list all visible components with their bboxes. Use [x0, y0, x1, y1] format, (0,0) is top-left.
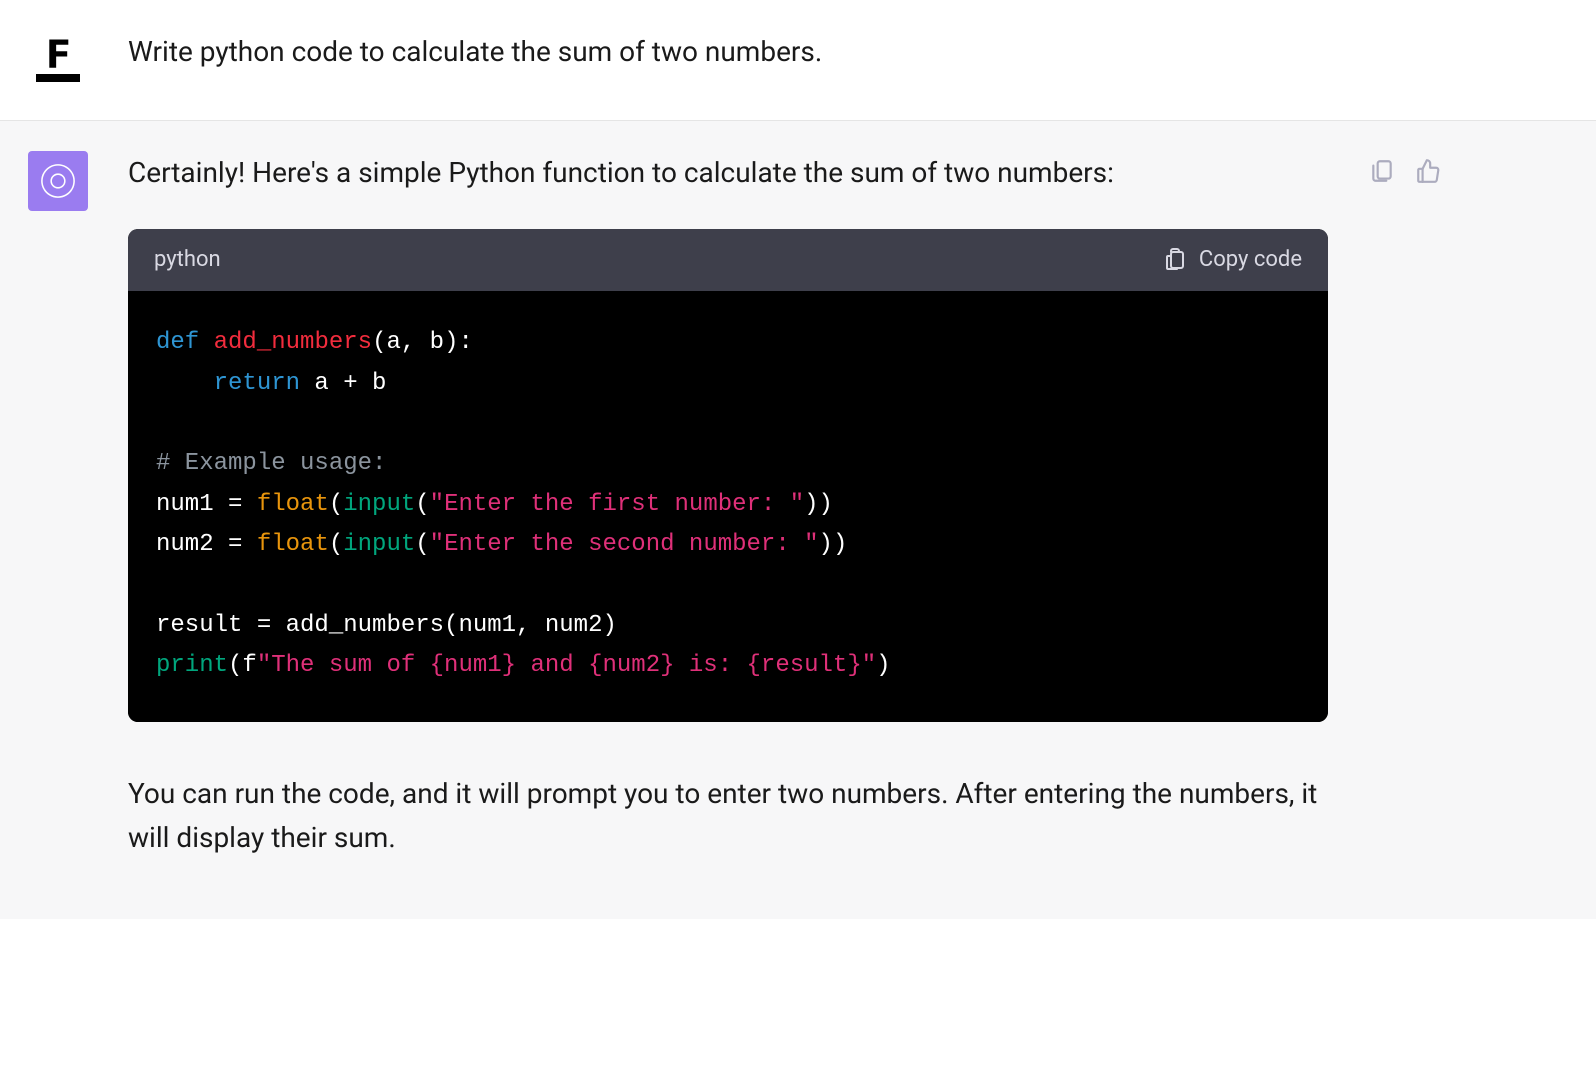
code-body: def add_numbers(a, b): return a + b # Ex…: [128, 291, 1328, 722]
thumbs-up-button[interactable]: [1414, 157, 1442, 185]
code-token-num2: num2 =: [156, 531, 257, 558]
user-message: F Write python code to calculate the sum…: [0, 0, 1596, 121]
code-token-float1: float: [257, 491, 329, 518]
code-token-sig: (a, b):: [372, 329, 473, 356]
code-token-input2: input: [343, 531, 415, 558]
code-block: python Copy code def add_numbers(a, b): …: [128, 229, 1328, 722]
code-token-num1: num1 =: [156, 491, 257, 518]
code-token-close2: )): [819, 531, 848, 558]
user-content: Write python code to calculate the sum o…: [128, 30, 1328, 73]
thumbs-up-icon: [1415, 158, 1441, 184]
assistant-avatar: [28, 151, 88, 211]
code-token-input1: input: [343, 491, 415, 518]
clipboard-icon: [1163, 248, 1187, 272]
user-avatar: F: [28, 30, 88, 90]
copy-code-button[interactable]: Copy code: [1163, 243, 1302, 277]
assistant-message: Certainly! Here's a simple Python functi…: [0, 121, 1596, 919]
code-token-str1: "Enter the first number: ": [430, 491, 804, 518]
code-token-str2: "Enter the second number: ": [430, 531, 819, 558]
code-language-label: python: [154, 243, 221, 277]
user-avatar-underline: [36, 74, 80, 82]
code-token-print: print: [156, 652, 228, 679]
copy-code-label: Copy code: [1199, 243, 1302, 277]
assistant-content: Certainly! Here's a simple Python functi…: [128, 151, 1328, 859]
message-actions: [1368, 151, 1442, 185]
code-token-comment: # Example usage:: [156, 450, 386, 477]
code-header: python Copy code: [128, 229, 1328, 291]
code-token-result: result = add_numbers(num1, num2): [156, 612, 617, 639]
code-token-paren3: (: [329, 531, 343, 558]
code-token-paren2: (: [415, 491, 429, 518]
code-token-close3: ): [876, 652, 890, 679]
code-token-return: return: [214, 370, 300, 397]
code-token-paren4: (: [415, 531, 429, 558]
code-token-fn-name: add_numbers: [214, 329, 372, 356]
code-token-fprefix: f: [242, 652, 256, 679]
user-message-text: Write python code to calculate the sum o…: [128, 30, 1328, 73]
user-avatar-letter: F: [47, 31, 69, 78]
openai-logo-icon: [38, 161, 78, 201]
code-token-fstring: "The sum of {num1} and {num2} is: {resul…: [257, 652, 876, 679]
clipboard-icon: [1369, 158, 1395, 184]
code-token-paren5: (: [228, 652, 242, 679]
code-token-paren: (: [329, 491, 343, 518]
code-token-def: def: [156, 329, 199, 356]
assistant-intro-text: Certainly! Here's a simple Python functi…: [128, 151, 1328, 194]
code-token-float2: float: [257, 531, 329, 558]
assistant-outro-text: You can run the code, and it will prompt…: [128, 772, 1328, 859]
code-token-close1: )): [804, 491, 833, 518]
code-token-ret-expr: a + b: [300, 370, 386, 397]
copy-message-button[interactable]: [1368, 157, 1396, 185]
